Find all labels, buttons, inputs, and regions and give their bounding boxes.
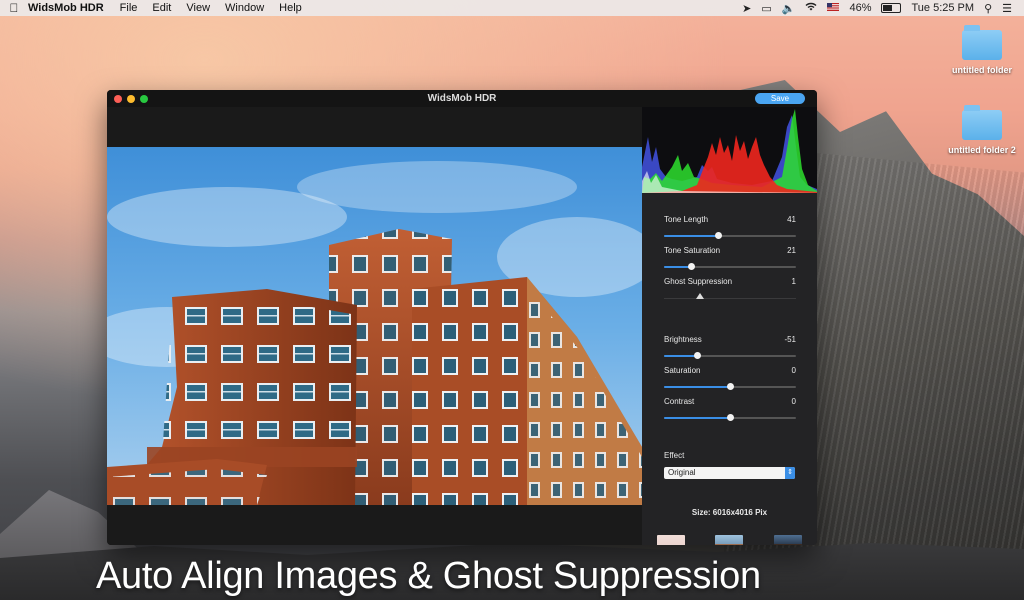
status-area: ➤ ▭ 🔈 46% Tue 5:25 PM ⚲ ☰ bbox=[742, 2, 1024, 15]
slider-line bbox=[664, 298, 796, 299]
display-icon[interactable]: ▭ bbox=[761, 2, 771, 15]
slider-track[interactable] bbox=[664, 352, 796, 359]
slider-knob[interactable] bbox=[726, 383, 734, 390]
slider-track[interactable] bbox=[664, 414, 796, 421]
slider-marker[interactable] bbox=[695, 293, 704, 299]
slider-label: Brightness bbox=[664, 335, 702, 344]
slider-fill bbox=[664, 235, 719, 237]
slider-value: 21 bbox=[787, 246, 796, 255]
menu-view[interactable]: View bbox=[186, 2, 210, 14]
slider-label: Ghost Suppression bbox=[664, 277, 733, 286]
histogram bbox=[642, 107, 817, 193]
slider-track[interactable] bbox=[664, 293, 796, 299]
effect-dropdown[interactable]: Original ⇕ bbox=[664, 467, 795, 479]
slider-label: Saturation bbox=[664, 366, 701, 375]
slider-head: Ghost Suppression 1 bbox=[664, 277, 796, 286]
list-icon[interactable]: ☰ bbox=[1002, 2, 1012, 15]
clock[interactable]: Tue 5:25 PM bbox=[911, 2, 974, 14]
image-size: Size: 6016x4016 Pix bbox=[691, 508, 768, 517]
slider-knob[interactable] bbox=[726, 414, 734, 421]
save-button[interactable]: Save bbox=[755, 93, 805, 104]
slider-label: Tone Length bbox=[664, 215, 709, 224]
slider-fill bbox=[664, 386, 730, 388]
slider-head: Contrast 0 bbox=[664, 397, 796, 406]
folder-label: untitled folder 2 bbox=[948, 145, 1016, 155]
battery-percent[interactable]: 46% bbox=[849, 2, 871, 14]
thumbnail-strip bbox=[642, 535, 817, 545]
slider-fill bbox=[664, 417, 730, 419]
tone-length-slider[interactable]: Tone Length 41 bbox=[664, 215, 796, 239]
slider-label: Contrast bbox=[664, 397, 695, 406]
slider-track[interactable] bbox=[664, 263, 796, 270]
slider-knob[interactable] bbox=[693, 352, 701, 359]
contrast-slider[interactable]: Contrast 0 bbox=[664, 397, 796, 421]
menu-window[interactable]: Window bbox=[225, 2, 264, 14]
window-title: WidsMob HDR bbox=[427, 93, 497, 104]
title-bar[interactable]: WidsMob HDR Save bbox=[107, 90, 817, 107]
folder-label: untitled folder bbox=[952, 65, 1012, 75]
slider-value: 0 bbox=[791, 366, 796, 375]
app-window: WidsMob HDR Save Tone Length 41 Tone Sat… bbox=[107, 90, 817, 545]
thumbnail-3[interactable] bbox=[774, 535, 802, 545]
folder-icon bbox=[962, 105, 1002, 140]
search-icon[interactable]: ⚲ bbox=[984, 2, 992, 15]
volume-icon[interactable]: 🔈 bbox=[782, 2, 796, 15]
slider-track[interactable] bbox=[664, 383, 796, 390]
slider-value: 0 bbox=[791, 397, 796, 406]
slider-label: Tone Saturation bbox=[664, 246, 721, 255]
thumbnail-2[interactable] bbox=[715, 535, 743, 545]
apple-icon[interactable]:  bbox=[0, 1, 28, 15]
thumbnail-1[interactable] bbox=[657, 535, 685, 545]
adjustment-panel: Tone Length 41 Tone Saturation 21 Ghost … bbox=[642, 107, 817, 545]
menu-file[interactable]: File bbox=[120, 2, 138, 14]
menu-bar:  WidsMob HDR File Edit View Window Help… bbox=[0, 0, 1024, 16]
slider-head: Tone Saturation 21 bbox=[664, 246, 796, 255]
caption: Auto Align Images & Ghost Suppression bbox=[96, 555, 761, 597]
slider-track[interactable] bbox=[664, 232, 796, 239]
menu-edit[interactable]: Edit bbox=[152, 2, 171, 14]
menu-help[interactable]: Help bbox=[279, 2, 302, 14]
location-icon[interactable]: ➤ bbox=[742, 2, 751, 15]
slider-knob[interactable] bbox=[688, 263, 696, 270]
wifi-icon[interactable] bbox=[805, 2, 817, 14]
hdr-photo bbox=[107, 147, 642, 505]
slider-head: Brightness -51 bbox=[664, 335, 796, 344]
flag-icon[interactable] bbox=[827, 2, 840, 14]
brightness-slider[interactable]: Brightness -51 bbox=[664, 335, 796, 359]
slider-value: 41 bbox=[787, 215, 796, 224]
battery-icon[interactable] bbox=[881, 3, 902, 13]
effect-value: Original bbox=[668, 468, 696, 477]
image-canvas[interactable] bbox=[107, 107, 642, 545]
desktop-folder-1[interactable]: untitled folder bbox=[937, 25, 1024, 75]
saturation-slider[interactable]: Saturation 0 bbox=[664, 366, 796, 390]
folder-icon bbox=[962, 25, 1002, 60]
tone-saturation-slider[interactable]: Tone Saturation 21 bbox=[664, 246, 796, 270]
slider-value: 1 bbox=[791, 277, 796, 286]
desktop-folder-2[interactable]: untitled folder 2 bbox=[937, 105, 1024, 155]
slider-head: Saturation 0 bbox=[664, 366, 796, 375]
effect-label: Effect bbox=[664, 451, 685, 460]
ghost-suppression-slider[interactable]: Ghost Suppression 1 bbox=[664, 277, 796, 299]
slider-fill bbox=[664, 355, 697, 357]
chevron-updown-icon[interactable]: ⇕ bbox=[785, 467, 795, 479]
menu-app-name[interactable]: WidsMob HDR bbox=[28, 2, 104, 14]
slider-knob[interactable] bbox=[714, 232, 722, 239]
slider-head: Tone Length 41 bbox=[664, 215, 796, 224]
slider-value: -51 bbox=[784, 335, 796, 344]
